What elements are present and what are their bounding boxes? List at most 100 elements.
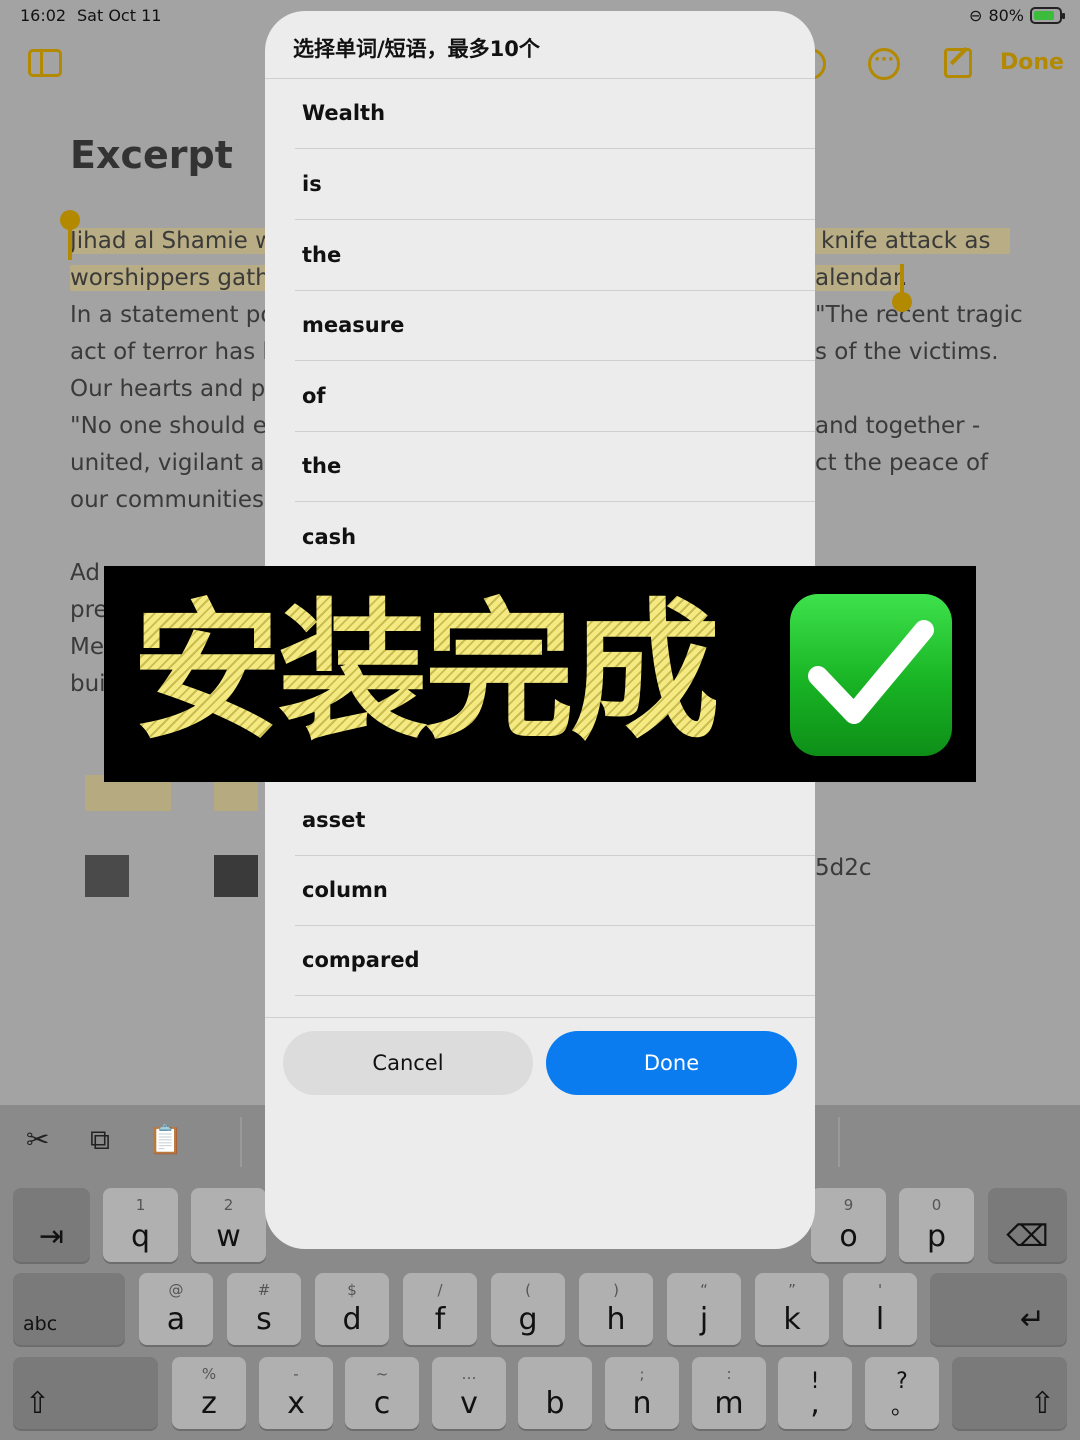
key-f[interactable]: / f	[403, 1273, 477, 1345]
selection-start-handle[interactable]	[60, 210, 80, 260]
word-option[interactable]: is	[295, 150, 815, 220]
key-n[interactable]: ; n	[605, 1357, 679, 1429]
scissors-icon[interactable]: ✂	[26, 1123, 49, 1156]
note-line[interactable]: Our hearts and pr	[70, 376, 275, 402]
key-d[interactable]: $ d	[315, 1273, 389, 1345]
shift-key-right[interactable]: ⇧	[952, 1357, 1067, 1429]
paste-icon[interactable]: 📋	[148, 1123, 183, 1156]
word-option[interactable]: asset	[295, 786, 815, 856]
key-b[interactable]: b	[518, 1357, 592, 1429]
key-sub: 1	[135, 1196, 146, 1214]
shift-key-left[interactable]: ⇧	[13, 1357, 158, 1429]
cancel-button[interactable]: Cancel	[283, 1031, 533, 1095]
word-option[interactable]: the	[295, 221, 815, 291]
note-line[interactable]: ct the peace of	[815, 450, 988, 476]
note-line[interactable]: bui	[70, 671, 106, 697]
key-x[interactable]: -x	[259, 1357, 333, 1429]
word-option[interactable]: compared	[295, 926, 815, 996]
key-label: p	[926, 1219, 947, 1254]
key-l[interactable]: ' l	[843, 1273, 917, 1345]
key-label: f	[434, 1302, 446, 1337]
key-sub: -	[293, 1365, 299, 1383]
battery-icon	[1030, 7, 1065, 24]
note-line[interactable]: our communities."	[70, 487, 282, 513]
tab-key[interactable]: ⇥	[13, 1188, 90, 1262]
key-k[interactable]: ” k	[755, 1273, 829, 1345]
note-line[interactable]: act of terror has b	[70, 339, 277, 365]
shift-icon: ⇧	[25, 1386, 51, 1421]
compose-icon[interactable]	[944, 48, 972, 78]
word-option[interactable]: measure	[295, 291, 815, 361]
note-line[interactable]: knife attack as	[815, 228, 1010, 254]
word-label: column	[302, 878, 388, 902]
key-sub: /	[437, 1281, 443, 1299]
key-label: k	[783, 1302, 801, 1337]
key-label: z	[201, 1386, 217, 1421]
word-label: measure	[302, 313, 405, 337]
note-line[interactable]: united, vigilant an	[70, 450, 279, 476]
shift-icon: ⇧	[1029, 1386, 1055, 1421]
divider	[838, 1117, 840, 1167]
key-c[interactable]: ~ c	[345, 1357, 419, 1429]
word-label: asset	[302, 808, 366, 832]
note-line[interactable]: Ad	[70, 560, 100, 586]
key-z[interactable]: % z	[172, 1357, 246, 1429]
status-right: ⊖ 80%	[969, 6, 1065, 25]
key-s[interactable]: # s	[227, 1273, 301, 1345]
word-option[interactable]: the	[295, 432, 815, 502]
key-label: w	[216, 1219, 241, 1254]
status-date: Sat Oct 11	[77, 6, 162, 25]
key-sub: ~	[375, 1365, 389, 1383]
word-option[interactable]: Wealth	[295, 79, 815, 149]
note-line[interactable]: Jihad al Shamie w	[70, 228, 274, 254]
key-label: a	[166, 1302, 186, 1337]
done-button[interactable]: Done	[546, 1031, 797, 1095]
key-label: g	[518, 1302, 538, 1337]
key-label: n	[632, 1386, 652, 1421]
copy-icon[interactable]: ⧉	[90, 1123, 110, 1157]
key-p[interactable]: 0p	[899, 1188, 974, 1262]
key-sub: @	[168, 1281, 184, 1299]
key-a[interactable]: @ a	[139, 1273, 213, 1345]
key-label: v	[460, 1386, 478, 1421]
key-m[interactable]: :m	[692, 1357, 766, 1429]
check-mark-glyph	[808, 620, 934, 724]
note-line[interactable]: Me	[70, 634, 104, 660]
note-line[interactable]: "The recent tragic	[815, 302, 1023, 328]
key-v[interactable]: … v	[432, 1357, 506, 1429]
key-j[interactable]: “j	[667, 1273, 741, 1345]
note-line[interactable]: pre	[70, 597, 108, 623]
word-option[interactable]: cash	[295, 503, 815, 573]
key-w[interactable]: 2w	[191, 1188, 266, 1262]
key-o[interactable]: 9o	[811, 1188, 886, 1262]
delete-key[interactable]: ⌫	[988, 1188, 1067, 1262]
note-line[interactable]: In a statement pos	[70, 302, 286, 328]
battery-percent: 80%	[988, 6, 1024, 25]
sidebar-toggle-icon[interactable]	[28, 49, 62, 77]
more-options-icon[interactable]: ···	[868, 48, 900, 80]
key-sub: )	[613, 1281, 619, 1299]
return-key[interactable]: ↵	[930, 1273, 1067, 1345]
key-sub: 2	[223, 1196, 234, 1214]
word-label: Wealth	[302, 101, 386, 125]
note-line[interactable]: "No one should ev	[70, 413, 281, 439]
word-option[interactable]: column	[295, 856, 815, 926]
word-label: compared	[302, 948, 420, 972]
key-h[interactable]: ) h	[579, 1273, 653, 1345]
key-period[interactable]: ?。	[865, 1357, 939, 1429]
note-line[interactable]: and together -	[815, 413, 980, 439]
key-comma[interactable]: !,	[778, 1357, 852, 1429]
note-line[interactable]: worshippers gathe	[70, 265, 284, 291]
install-complete-banner: 安装完成	[104, 566, 976, 782]
word-label: the	[302, 243, 342, 267]
abc-key[interactable]: abc	[13, 1273, 125, 1345]
note-line[interactable]: s of the victims.	[815, 339, 999, 365]
banner-text: 安装完成	[132, 586, 720, 760]
selection-end-handle[interactable]	[892, 264, 912, 312]
key-q[interactable]: 1q	[103, 1188, 178, 1262]
return-icon: ↵	[1019, 1302, 1045, 1337]
note-line[interactable]: alendar.	[815, 265, 908, 291]
key-g[interactable]: (g	[491, 1273, 565, 1345]
toolbar-done-button[interactable]: Done	[1000, 50, 1064, 75]
word-option[interactable]: of	[295, 362, 815, 432]
